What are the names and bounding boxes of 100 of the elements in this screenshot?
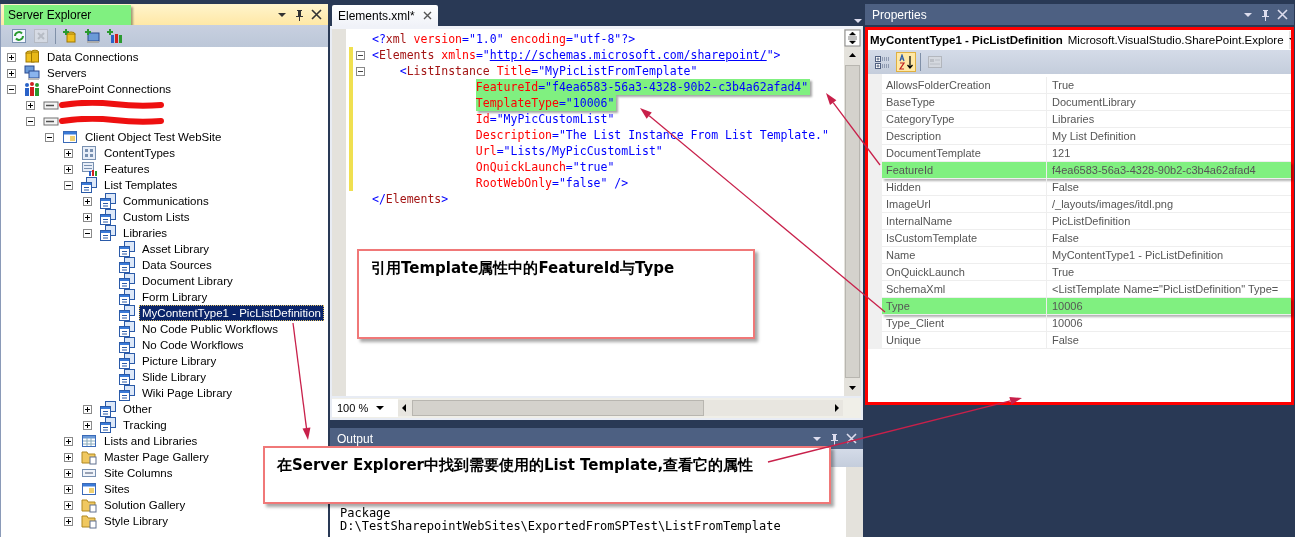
list-window-icon — [119, 369, 135, 385]
expand-toggle[interactable] — [64, 516, 73, 526]
tree-item[interactable]: Libraries — [120, 225, 171, 241]
pin-icon[interactable] — [829, 432, 839, 445]
tree-item[interactable]: Data Connections — [44, 49, 142, 65]
pin-icon[interactable] — [294, 8, 304, 21]
add-computer-icon[interactable] — [84, 28, 100, 44]
list-window-icon — [119, 353, 135, 369]
property-row[interactable]: Type_Client 10006 — [882, 315, 1291, 332]
expand-toggle[interactable] — [83, 196, 92, 206]
property-row[interactable]: ImageUrl /_layouts/images/itdl.png — [882, 196, 1291, 213]
property-pages-icon — [927, 54, 943, 70]
pin-icon[interactable] — [1260, 8, 1270, 21]
collapse-toggle[interactable] — [45, 132, 54, 142]
tree-item[interactable]: MyContentType1 - PicListDefinition — [139, 305, 324, 321]
collapse-toggle[interactable] — [7, 84, 16, 94]
property-row[interactable]: Hidden False — [882, 179, 1291, 196]
tree-item[interactable]: SharePoint Connections — [44, 81, 175, 97]
property-name: OnQuickLaunch — [882, 264, 1047, 280]
property-row[interactable]: CategoryType Libraries — [882, 111, 1291, 128]
collapse-toggle[interactable] — [26, 116, 35, 126]
fold-toggle[interactable] — [356, 50, 365, 60]
category-list-icon — [874, 54, 890, 70]
tree-item[interactable]: No Code Public Workflows — [139, 321, 281, 337]
tree-item[interactable]: Master Page Gallery — [101, 449, 212, 465]
expand-toggle[interactable] — [26, 100, 35, 110]
property-value: 10006 — [1051, 300, 1084, 312]
document-tab[interactable]: Elements.xml* — [332, 5, 438, 26]
refresh-icon[interactable] — [11, 28, 27, 44]
property-row[interactable]: OnQuickLaunch True — [882, 264, 1291, 281]
property-row[interactable]: BaseType DocumentLibrary — [882, 94, 1291, 111]
tree-item[interactable]: Solution Gallery — [101, 497, 189, 513]
zoom-dropdown[interactable]: 100 % — [332, 399, 398, 417]
expand-toggle[interactable] — [7, 52, 16, 62]
tree-item[interactable]: Site Columns — [101, 465, 176, 481]
highlighted-property-row[interactable]: FeatureId f4ea6583-56a3-4328-90b2-c3b4a62afad4 — [882, 162, 1291, 179]
property-row[interactable]: IsCustomTemplate False — [882, 230, 1291, 247]
property-value: <ListTemplate Name="PicListDefinition" Type= — [1051, 283, 1280, 295]
dropdown-icon[interactable] — [376, 404, 385, 412]
expand-toggle[interactable] — [64, 164, 73, 174]
tree-item[interactable]: Features — [101, 161, 153, 177]
tree-item[interactable]: Form Library — [139, 289, 211, 305]
close-icon[interactable] — [311, 9, 322, 20]
property-name: AllowsFolderCreation — [882, 77, 1047, 93]
tree-item[interactable]: Picture Library — [139, 353, 220, 369]
tree-item[interactable]: ContentTypes — [101, 145, 178, 161]
collapse-toggle[interactable] — [83, 228, 92, 238]
folder-icon — [81, 497, 97, 513]
expand-toggle[interactable] — [64, 436, 73, 446]
property-name: CategoryType — [882, 111, 1047, 127]
property-row[interactable]: Name MyContentType1 - PicListDefinition — [882, 247, 1291, 264]
expand-toggle[interactable] — [83, 212, 92, 222]
split-icon[interactable] — [844, 29, 861, 47]
vertical-scrollbar[interactable] — [846, 467, 863, 537]
tree-item[interactable]: Client Object Test WebSite — [82, 129, 225, 145]
expand-toggle[interactable] — [64, 148, 73, 158]
tree-item[interactable]: No Code Workflows — [139, 337, 247, 353]
tree-item[interactable]: Slide Library — [139, 369, 209, 385]
object-name: MyContentType1 - PicListDefinition — [870, 34, 1063, 46]
property-row[interactable]: Description My List Definition — [882, 128, 1291, 145]
horizontal-scrollbar[interactable] — [398, 400, 843, 416]
tree-item[interactable]: Servers — [44, 65, 90, 81]
code-line: RootWebOnly="false" /> — [475, 176, 629, 190]
callout-text: 引用Template属性中的FeatureId与Type — [371, 259, 675, 277]
property-row[interactable]: AllowsFolderCreation True — [882, 77, 1291, 94]
expand-toggle[interactable] — [64, 452, 73, 462]
table-icon — [81, 433, 97, 449]
scroll-thumb[interactable] — [412, 400, 704, 416]
tree-item[interactable]: Sites — [101, 481, 133, 497]
add-people-icon[interactable] — [106, 28, 122, 44]
sort-az-icon — [898, 54, 914, 70]
tree-item[interactable]: Style Library — [101, 513, 171, 529]
tree-item[interactable]: Tracking — [120, 417, 170, 433]
expand-toggle[interactable] — [64, 468, 73, 478]
expand-toggle[interactable] — [64, 484, 73, 494]
expand-toggle[interactable] — [83, 420, 92, 430]
collapse-toggle[interactable] — [64, 180, 73, 190]
vertical-scrollbar[interactable] — [844, 29, 861, 396]
expand-toggle[interactable] — [7, 68, 16, 78]
tree-item[interactable]: Other — [120, 401, 155, 417]
tree-item[interactable]: Lists and Libraries — [101, 433, 201, 449]
tree-item[interactable]: Data Sources — [139, 257, 215, 273]
property-row[interactable]: Unique False — [882, 332, 1291, 349]
tree-item[interactable]: List Templates — [101, 177, 181, 193]
list-window-icon — [119, 337, 135, 353]
fold-toggle[interactable] — [356, 66, 365, 76]
tree-item[interactable]: Wiki Page Library — [139, 385, 236, 401]
list-window-icon — [119, 241, 135, 257]
object-selector[interactable]: MyContentType1 - PicListDefinition Microsoft.VisualStudio.SharePoint.Explore — [868, 30, 1291, 50]
expand-toggle[interactable] — [83, 404, 92, 414]
tree-item[interactable]: Communications — [120, 193, 212, 209]
tree-item[interactable]: Custom Lists — [120, 209, 193, 225]
tree-item[interactable]: Asset Library — [139, 241, 213, 257]
toolbar-button[interactable] — [896, 52, 916, 72]
scroll-thumb[interactable] — [845, 65, 860, 378]
expand-toggle[interactable] — [64, 500, 73, 510]
tree-item[interactable]: Document Library — [139, 273, 236, 289]
property-row[interactable]: InternalName PicListDefinition — [882, 213, 1291, 230]
close-icon[interactable] — [422, 11, 432, 20]
highlighted-property-row[interactable]: Type 10006 — [882, 298, 1291, 315]
